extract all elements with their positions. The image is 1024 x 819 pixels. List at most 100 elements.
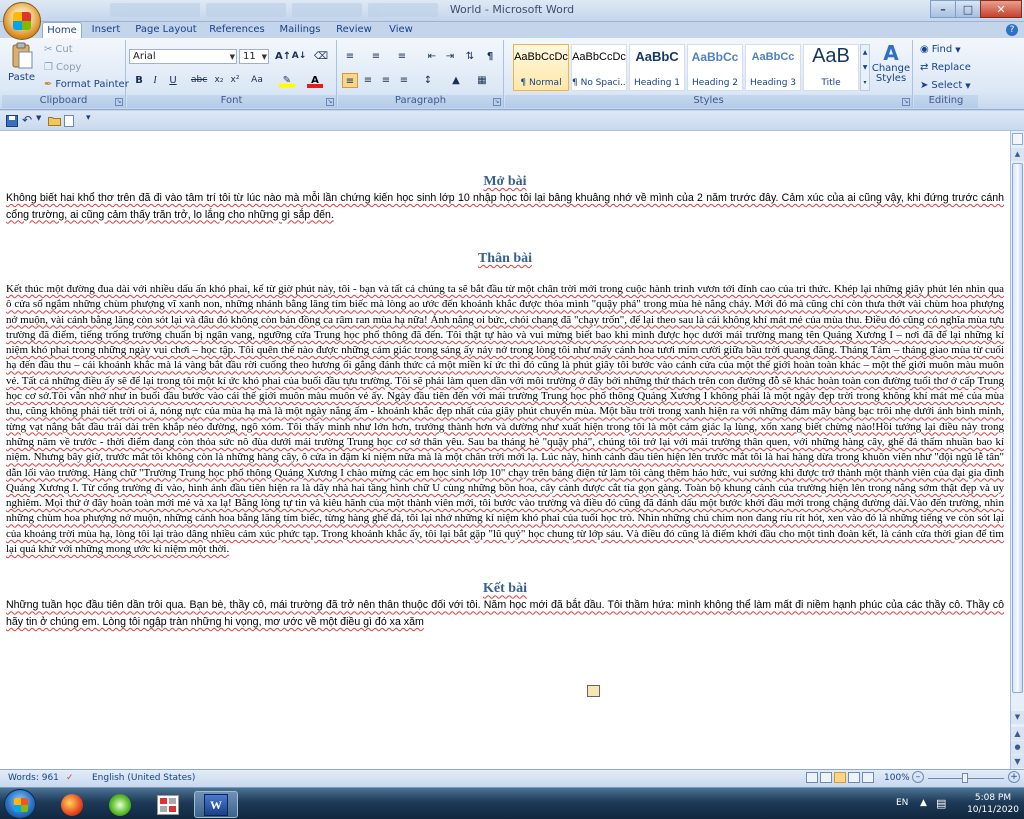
bullets-icon[interactable]: ≡ [342,49,358,64]
scroll-thumb[interactable] [1012,163,1023,693]
office-button[interactable] [3,2,41,40]
minimize-button[interactable]: – [930,0,956,18]
zoom-out-icon[interactable]: – [912,771,924,783]
select-button[interactable]: ➤ Select ▼ [920,80,971,91]
browse-object-icon[interactable]: ● [1011,741,1024,754]
clear-formatting-icon[interactable]: ⌫ [313,49,329,64]
vertical-scrollbar[interactable]: ▲ ▼ ▲ ● ▼ [1010,131,1024,769]
style-title[interactable]: AaB Title [803,44,859,91]
paste-options-icon[interactable] [587,685,600,697]
styles-group-label: Styles [505,95,912,108]
taskbar-word[interactable]: W [194,791,238,818]
outline-icon[interactable] [848,772,860,783]
show-hidden-icons-icon[interactable]: ▲ [920,798,927,808]
font-dialog-launcher[interactable]: ↘ [326,98,334,106]
zoom-level[interactable]: 100% [884,773,910,783]
line-spacing-icon[interactable]: ↕ [420,73,436,88]
format-painter-button[interactable]: ✒ Format Painter [44,79,129,90]
scroll-up-icon[interactable]: ▲ [1011,148,1024,161]
document-page[interactable]: Mở bài Không biết hai khổ thơ trên đã đi… [6,131,1004,630]
input-language[interactable]: EN [896,798,908,808]
grow-font-icon[interactable]: A↑ [275,49,291,64]
bold-icon[interactable]: B [131,73,147,88]
network-icon[interactable]: ▤ [936,797,946,810]
sort-icon[interactable]: ⇅ [462,49,478,64]
clipboard-dialog-launcher[interactable]: ↘ [115,98,123,106]
customize-toolbar-icon[interactable]: ▾ [86,113,91,123]
paragraph-dialog-launcher[interactable]: ↘ [493,98,501,106]
help-icon[interactable]: ? [1006,24,1018,36]
style-normal[interactable]: AaBbCcDc ¶ Normal [513,44,569,91]
borders-icon[interactable]: ▦ [474,73,490,88]
style-heading-3[interactable]: AaBbCc Heading 3 [745,44,801,91]
clock-date[interactable]: 10/11/2020 [966,805,1020,815]
proofing-icon[interactable]: ✓ [66,773,74,783]
chevron-down-icon[interactable]: ▼ [36,114,41,122]
web-layout-icon[interactable] [834,772,846,783]
find-button[interactable]: ◉ Find ▼ [920,44,961,55]
highlight-icon[interactable]: ✎ [279,73,295,88]
word-count[interactable]: Words: 961 [8,773,59,783]
zoom-in-icon[interactable]: + [1008,771,1020,783]
shrink-font-icon[interactable]: A↓ [291,49,307,64]
style-no-spacing[interactable]: AaBbCcDc ¶ No Spaci... [571,44,627,91]
shading-icon[interactable]: ▲ [448,73,464,88]
close-button[interactable]: ✕ [980,0,1022,18]
font-color-icon[interactable]: A [307,73,323,88]
align-center-icon[interactable]: ≡ [360,73,376,88]
taskbar-app-grid[interactable] [146,791,190,818]
draft-icon[interactable] [862,772,874,783]
taskbar-browser[interactable] [50,791,94,818]
multilevel-list-icon[interactable]: ≡ [394,49,410,64]
view-ruler-icon[interactable] [1012,133,1023,145]
full-screen-reading-icon[interactable] [820,772,832,783]
decrease-indent-icon[interactable]: ⇤ [424,49,440,64]
change-case-icon[interactable]: Aa [249,73,265,88]
undo-icon[interactable]: ↶ [22,113,32,127]
subscript-icon[interactable]: x₂ [211,73,227,88]
style-name: ¶ Normal [520,78,562,88]
styles-scroll[interactable]: ▲ ▼ ▾ [860,44,870,91]
language-status[interactable]: English (United States) [92,773,195,783]
tab-home[interactable]: Home [42,22,82,38]
start-button[interactable] [4,789,36,819]
copy-button[interactable]: ❐ Copy [44,62,81,73]
maximize-button[interactable]: □ [955,0,981,18]
justify-icon[interactable]: ≡ [396,73,412,88]
font-size-combo[interactable]: 11 ▼ [239,49,269,64]
taskbar-app-green[interactable] [98,791,142,818]
tab-page-layout[interactable]: Page Layout [134,22,198,38]
change-styles-button[interactable]: A Change Styles [872,42,910,84]
align-right-icon[interactable]: ≡ [378,73,394,88]
print-layout-icon[interactable] [806,772,818,783]
page-icon[interactable] [64,115,74,127]
previous-page-icon[interactable]: ▲ [1011,727,1024,740]
save-icon[interactable] [6,115,18,127]
clock-time[interactable]: 5:08 PM [966,793,1020,803]
next-page-icon[interactable]: ▼ [1011,755,1024,768]
scroll-down-icon[interactable]: ▼ [1011,711,1024,724]
document-area[interactable]: Mở bài Không biết hai khổ thơ trên đã đi… [0,131,1010,769]
italic-icon[interactable]: I [147,73,163,88]
style-heading-2[interactable]: AaBbCc Heading 2 [687,44,743,91]
replace-button[interactable]: ⇄ Replace [920,62,971,73]
tab-insert[interactable]: Insert [86,22,126,38]
font-name-combo[interactable]: Arial ▼ [129,49,237,64]
strikethrough-icon[interactable]: abc [191,73,207,88]
increase-indent-icon[interactable]: ⇥ [442,49,458,64]
paste-button[interactable]: Paste [8,42,35,83]
underline-icon[interactable]: U [165,73,181,88]
style-heading-1[interactable]: AaBbC Heading 1 [629,44,685,91]
zoom-slider-thumb[interactable] [962,773,968,783]
tab-review[interactable]: Review [332,22,376,38]
show-marks-icon[interactable]: ¶ [482,49,498,64]
styles-dialog-launcher[interactable]: ↘ [902,98,910,106]
tab-view[interactable]: View [384,22,418,38]
align-left-icon[interactable]: ≡ [342,73,358,88]
superscript-icon[interactable]: x² [227,73,243,88]
numbering-icon[interactable]: ≡ [368,49,384,64]
open-folder-icon[interactable] [48,115,61,126]
cut-button[interactable]: ✂ Cut [44,44,73,55]
tab-mailings[interactable]: Mailings [276,22,324,38]
tab-references[interactable]: References [206,22,268,38]
